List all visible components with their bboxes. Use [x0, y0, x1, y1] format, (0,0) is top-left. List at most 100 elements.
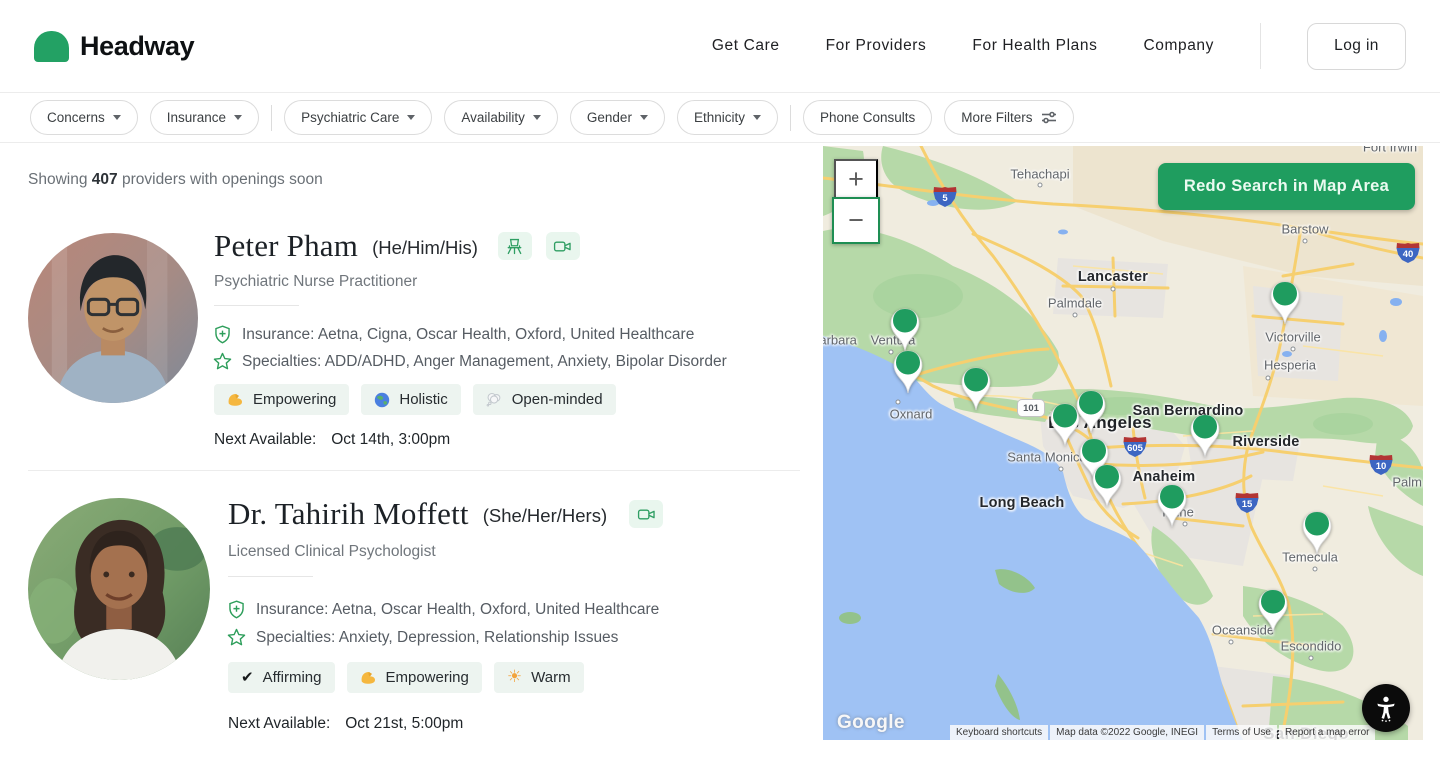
- checkmark-icon: ✔: [241, 670, 254, 685]
- town-dot: [1303, 239, 1308, 244]
- chevron-down-icon: [753, 115, 761, 120]
- insurance-row: Insurance: Aetna, Cigna, Oscar Health, O…: [212, 324, 694, 345]
- map-pin[interactable]: [890, 308, 920, 352]
- map-label-palmdale: Palmdale: [1048, 296, 1102, 311]
- nav-company[interactable]: Company: [1143, 37, 1214, 55]
- trait-badge: Holistic: [361, 384, 460, 415]
- map-label-barstow: Barstow: [1282, 222, 1329, 237]
- map-pin[interactable]: [961, 367, 991, 411]
- chevron-down-icon: [533, 115, 541, 120]
- map-pin[interactable]: [1092, 464, 1122, 508]
- divider: [228, 576, 313, 577]
- map-panel[interactable]: Fort Irwin Tehachapi Barstow Lancaster P…: [823, 146, 1423, 740]
- map-label-victorville: Victorville: [1265, 330, 1320, 345]
- next-available-value: Oct 21st, 5:00pm: [345, 715, 463, 733]
- video-session-icon[interactable]: [546, 232, 580, 260]
- insurance-label: Insurance:: [242, 326, 314, 343]
- report-error-link[interactable]: Report a map error: [1279, 725, 1375, 740]
- headway-logo[interactable]: Headway: [34, 31, 194, 62]
- badge-label: Open-minded: [512, 391, 603, 408]
- shield-plus-icon: [226, 599, 247, 620]
- provider-name[interactable]: Peter Pham: [214, 228, 358, 264]
- filter-gender[interactable]: Gender: [570, 100, 665, 135]
- badge-label: Affirming: [263, 669, 322, 686]
- accessibility-person-icon: [1372, 694, 1400, 722]
- provider-avatar[interactable]: [28, 233, 198, 403]
- filter-group-divider: [790, 105, 791, 131]
- nav-get-care[interactable]: Get Care: [712, 37, 780, 55]
- video-session-icon[interactable]: [629, 500, 663, 528]
- trait-badges: ✔ Affirming Empowering ☀ Warm: [228, 662, 584, 693]
- map-pin[interactable]: [1157, 484, 1187, 528]
- nav-for-providers[interactable]: For Providers: [826, 37, 927, 55]
- chevron-down-icon: [407, 115, 415, 120]
- map-zoom-out-button[interactable]: −: [832, 197, 880, 244]
- filter-ethnicity[interactable]: Ethnicity: [677, 100, 778, 135]
- specialties-list: ADD/ADHD, Anger Management, Anxiety, Bip…: [325, 353, 727, 370]
- star-icon: [226, 627, 247, 648]
- insurance-label: Insurance:: [256, 601, 328, 618]
- terms-link[interactable]: Terms of Use: [1206, 725, 1277, 740]
- trait-badge: Open-minded: [473, 384, 616, 415]
- insurance-list: Aetna, Cigna, Oscar Health, Oxford, Unit…: [318, 326, 695, 343]
- results-number: 407: [92, 171, 118, 188]
- specialties-list: Anxiety, Depression, Relationship Issues: [339, 629, 619, 646]
- filter-availability[interactable]: Availability: [444, 100, 558, 135]
- provider-avatar[interactable]: [28, 498, 210, 680]
- town-dot: [1309, 656, 1314, 661]
- card-divider: [28, 470, 800, 471]
- map-label-palm-springs: Palm Springs: [1392, 475, 1423, 490]
- divider: [214, 305, 299, 306]
- provider-name-row: Dr. Tahirih Moffett (She/Her/Hers): [228, 496, 663, 532]
- brand-wordmark: Headway: [80, 31, 194, 62]
- filter-insurance[interactable]: Insurance: [150, 100, 259, 135]
- accessibility-widget-button[interactable]: [1362, 684, 1410, 732]
- badge-label: Empowering: [253, 391, 336, 408]
- filter-label: Concerns: [47, 110, 105, 125]
- us-101-shield: 101: [1018, 400, 1044, 416]
- insurance-list: Aetna, Oscar Health, Oxford, United Heal…: [332, 601, 659, 618]
- map-label-santa-monica: Santa Monica: [1007, 450, 1087, 465]
- filter-label: Insurance: [167, 110, 226, 125]
- provider-credential: Licensed Clinical Psychologist: [228, 543, 436, 561]
- map-label-lancaster: Lancaster: [1078, 269, 1148, 285]
- filter-label: Gender: [587, 110, 632, 125]
- map-pin[interactable]: [1190, 414, 1220, 458]
- keyboard-shortcuts-link[interactable]: Keyboard shortcuts: [950, 725, 1048, 740]
- filter-label: Psychiatric Care: [301, 110, 399, 125]
- town-dot: [1111, 287, 1116, 292]
- nav-for-health-plans[interactable]: For Health Plans: [972, 37, 1097, 55]
- provider-name[interactable]: Dr. Tahirih Moffett: [228, 496, 469, 532]
- filter-label: Availability: [461, 110, 525, 125]
- next-available-row: Next Available: Oct 14th, 3:00pm: [214, 431, 450, 449]
- trait-badge: ☀ Warm: [494, 662, 584, 693]
- map-pin[interactable]: [1302, 511, 1332, 555]
- filter-sliders-icon: [1041, 111, 1057, 124]
- filter-concerns[interactable]: Concerns: [30, 100, 138, 135]
- filter-group-divider: [271, 105, 272, 131]
- town-dot: [1038, 183, 1043, 188]
- star-icon: [212, 351, 233, 372]
- map-pin[interactable]: [893, 350, 923, 394]
- filter-psychiatric-care[interactable]: Psychiatric Care: [284, 100, 432, 135]
- map-pin[interactable]: [1258, 589, 1288, 633]
- map-attribution: Keyboard shortcuts Map data ©2022 Google…: [950, 725, 1375, 740]
- map-pin[interactable]: [1076, 390, 1106, 434]
- shield-plus-icon: [212, 324, 233, 345]
- login-button[interactable]: Log in: [1307, 23, 1406, 70]
- filter-phone-consults[interactable]: Phone Consults: [803, 100, 932, 135]
- video-camera-icon: [553, 239, 572, 254]
- trait-badges: Empowering Holistic Open-minded: [214, 384, 616, 415]
- specialties-label: Specialties:: [256, 629, 335, 646]
- map-label-anaheim: Anaheim: [1133, 469, 1196, 485]
- filter-more-filters[interactable]: More Filters: [944, 100, 1073, 135]
- redo-search-button[interactable]: Redo Search in Map Area: [1158, 163, 1415, 210]
- map-zoom-in-button[interactable]: +: [834, 159, 878, 199]
- specialties-label: Specialties:: [242, 353, 321, 370]
- map-label-fort-irwin: Fort Irwin: [1363, 146, 1417, 155]
- map-pin[interactable]: [1270, 281, 1300, 325]
- in-person-session-icon[interactable]: [498, 232, 532, 260]
- map-label-santa-barbara: Santa Barbara: [823, 333, 857, 348]
- next-available-value: Oct 14th, 3:00pm: [331, 431, 450, 449]
- flex-arm-icon: [360, 670, 377, 685]
